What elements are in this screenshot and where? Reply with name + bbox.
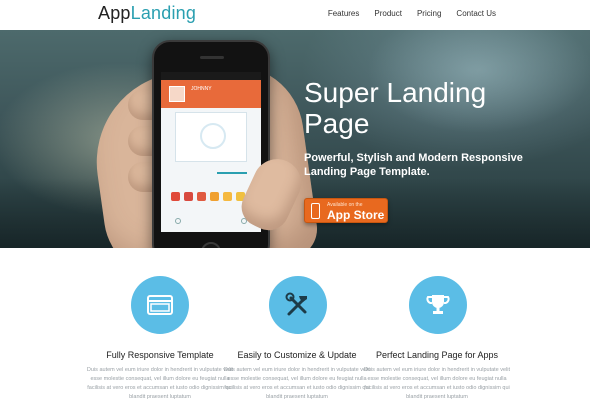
logo[interactable]: AppLanding (98, 3, 196, 24)
feature-icon-circle (269, 276, 327, 334)
feature-icon-circle (131, 276, 189, 334)
nav-link-features[interactable]: Features (328, 9, 360, 18)
app-footer-icon (175, 218, 181, 224)
app-profile-name: JOHNNY (191, 86, 212, 92)
feature-title: Easily to Customize & Update (237, 350, 357, 360)
phone-earpiece (200, 56, 224, 59)
features-section: Fully Responsive Template Duis autem vel… (0, 248, 590, 420)
feature-text: Duis autem vel eum iriure dolor in hendr… (363, 367, 511, 400)
app-footer (175, 218, 247, 230)
trophy-icon (426, 295, 450, 314)
app-store-button[interactable]: Available on the App Store (304, 198, 388, 223)
site-header: AppLanding Features Product Pricing Cont… (0, 0, 590, 30)
nav-link-product[interactable]: Product (374, 9, 402, 18)
app-icon-row (171, 192, 245, 201)
hero-section: JOHNNY Super Landing Page Powerful, Styl… (0, 30, 590, 248)
browser-window-icon (147, 295, 173, 315)
app-card (175, 112, 247, 162)
phone-status-bar (161, 72, 261, 80)
app-progress-bar (217, 172, 247, 174)
app-icon (223, 192, 232, 201)
app-store-label: App Store (327, 208, 385, 222)
app-icon (171, 192, 180, 201)
feature-text: Duis autem vel eum iriure dolor in hendr… (223, 367, 371, 400)
phone-icon (311, 203, 320, 219)
main-nav: Features Product Pricing Contact Us (313, 9, 496, 18)
tools-icon (285, 292, 307, 316)
logo-main: App (98, 3, 131, 23)
app-profile-header: JOHNNY (161, 80, 261, 108)
feature-text: Duis autem vel eum iriure dolor in hendr… (86, 367, 234, 400)
feature-title: Fully Responsive Template (106, 350, 214, 360)
hero-title: Super Landing Page (304, 77, 487, 139)
hero-subtitle: Powerful, Stylish and Modern Responsive … (304, 152, 523, 178)
nav-link-pricing[interactable]: Pricing (417, 9, 441, 18)
avatar (169, 86, 185, 102)
app-icon (197, 192, 206, 201)
app-card-graphic (200, 123, 226, 149)
feature-icon-circle (409, 276, 467, 334)
app-icon (210, 192, 219, 201)
nav-link-contact[interactable]: Contact Us (456, 9, 496, 18)
app-icon (184, 192, 193, 201)
logo-accent: Landing (130, 3, 197, 23)
feature-title: Perfect Landing Page for Apps (375, 350, 499, 360)
